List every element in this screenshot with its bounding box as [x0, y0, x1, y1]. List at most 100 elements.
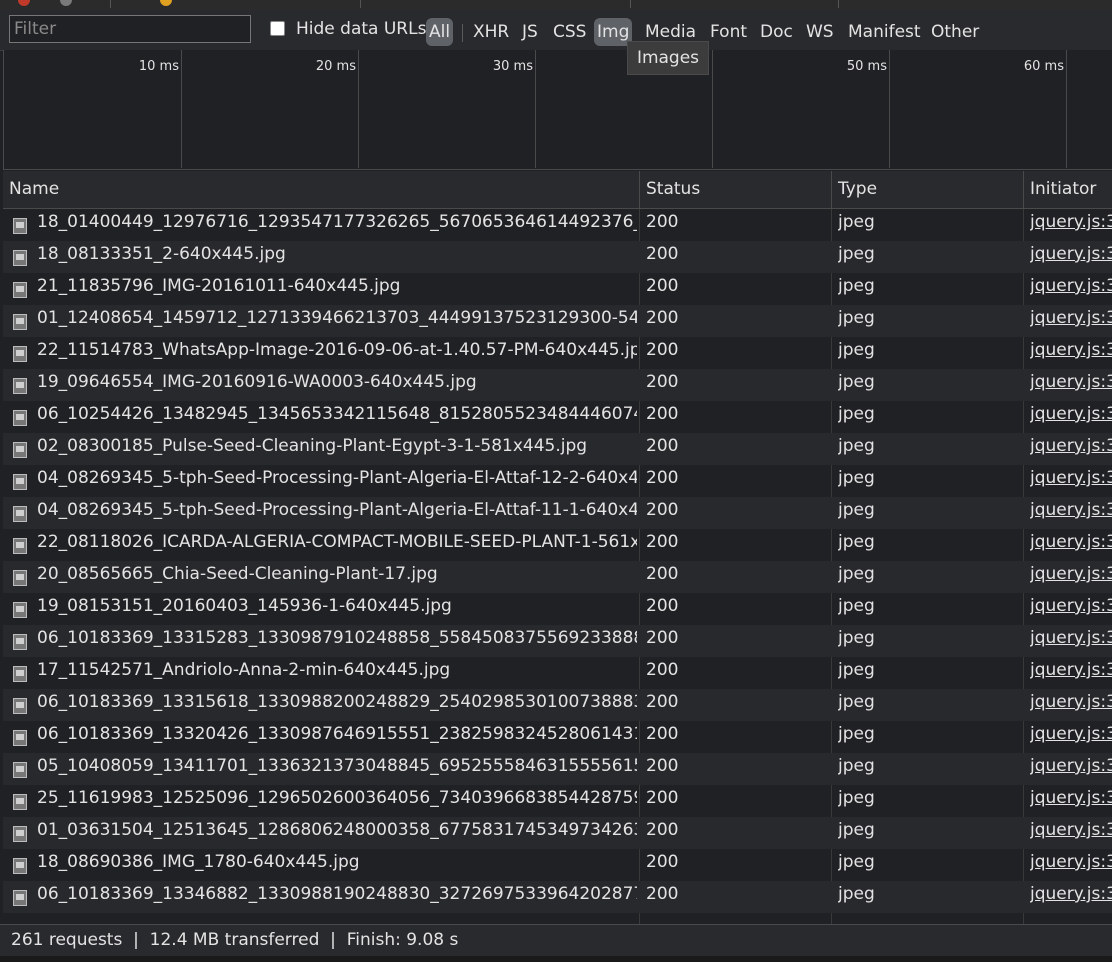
request-initiator-link[interactable]: jquery.js:3	[1030, 433, 1112, 461]
request-name: 06_10183369_13320426_1330987646915551_23…	[37, 724, 637, 744]
timeline-label: 30 ms	[492, 59, 533, 74]
request-status: 200	[646, 244, 679, 264]
table-row[interactable]: 25_11619983_12525096_1296502600364056_73…	[3, 785, 1112, 817]
image-file-icon	[13, 250, 27, 266]
request-status: 200	[646, 500, 679, 520]
request-type: jpeg	[838, 340, 875, 360]
table-row[interactable]: 01_03631504_12513645_1286806248000358_67…	[3, 817, 1112, 849]
filter-input[interactable]	[9, 15, 251, 43]
column-separator[interactable]	[831, 171, 832, 208]
table-row[interactable]: 04_08269345_5-tph-Seed-Processing-Plant-…	[3, 465, 1112, 497]
table-row[interactable]: 06_10183369_13346882_1330988190248830_32…	[3, 881, 1112, 913]
image-file-icon	[13, 442, 27, 458]
table-row[interactable]: 06_10183369_13320426_1330987646915551_23…	[3, 721, 1112, 753]
request-initiator-link[interactable]: jquery.js:3	[1030, 881, 1112, 909]
filter-doc-button[interactable]: Doc	[760, 18, 793, 46]
request-initiator-link[interactable]: jquery.js:3	[1030, 337, 1112, 365]
request-initiator-link[interactable]: jquery.js:3	[1030, 817, 1112, 845]
filter-manifest-button[interactable]: Manifest	[848, 18, 921, 46]
request-initiator-link[interactable]: jquery.js:3	[1030, 465, 1112, 493]
table-row[interactable]: 18_01400449_12976716_1293547177326265_56…	[3, 209, 1112, 241]
request-initiator-link[interactable]: jquery.js:3	[1030, 209, 1112, 237]
column-header-status[interactable]: Status	[646, 171, 700, 208]
table-row[interactable]: 01_12408654_1459712_1271339466213703_444…	[3, 305, 1112, 337]
images-tooltip: Images	[627, 41, 709, 75]
request-name: 19_09646554_IMG-20160916-WA0003-640x445.…	[37, 372, 477, 392]
table-row[interactable]: 22_11514783_WhatsApp-Image-2016-09-06-at…	[3, 337, 1112, 369]
table-row[interactable]: 17_11542571_Andriolo-Anna-2-min-640x445.…	[3, 657, 1112, 689]
request-type: jpeg	[838, 244, 875, 264]
hide-data-urls-label: Hide data URLs	[296, 19, 427, 39]
request-name: 01_03631504_12513645_1286806248000358_67…	[37, 820, 637, 840]
request-name: 06_10183369_13315618_1330988200248829_25…	[37, 692, 637, 712]
request-initiator-link[interactable]: jquery.js:3	[1030, 241, 1112, 269]
timeline-gridline	[181, 50, 182, 168]
record-icon[interactable]	[18, 0, 30, 6]
table-row[interactable]: 20_08565665_Chia-Seed-Cleaning-Plant-17.…	[3, 561, 1112, 593]
column-separator[interactable]	[1023, 171, 1024, 208]
image-file-icon	[13, 570, 27, 586]
request-name: 21_11835796_IMG-20161011-640x445.jpg	[37, 276, 401, 296]
clear-icon[interactable]	[60, 0, 72, 6]
column-header-type[interactable]: Type	[838, 171, 877, 208]
request-name: 18_08690386_IMG_1780-640x445.jpg	[37, 852, 360, 872]
request-initiator-link[interactable]: jquery.js:3	[1030, 689, 1112, 717]
column-separator[interactable]	[639, 171, 640, 208]
request-initiator-link[interactable]: jquery.js:3	[1030, 785, 1112, 813]
request-initiator-link[interactable]: jquery.js:3	[1030, 625, 1112, 653]
request-initiator-link[interactable]: jquery.js:3	[1030, 593, 1112, 621]
table-row[interactable]: 21_11835796_IMG-20161011-640x445.jpg 200 j…	[3, 273, 1112, 305]
request-initiator-link[interactable]: jquery.js:3	[1030, 497, 1112, 525]
request-initiator-link[interactable]: jquery.js:3	[1030, 273, 1112, 301]
filter-js-button[interactable]: JS	[522, 18, 538, 46]
filter-font-button[interactable]: Font	[710, 18, 747, 46]
image-file-icon	[13, 314, 27, 330]
column-header-name[interactable]: Name	[9, 171, 59, 208]
request-initiator-link[interactable]: jquery.js:3	[1030, 529, 1112, 557]
image-file-icon	[13, 858, 27, 874]
table-row[interactable]: 06_10254426_13482945_1345653342115648_81…	[3, 401, 1112, 433]
request-status: 200	[646, 436, 679, 456]
request-initiator-link[interactable]: jquery.js:3	[1030, 753, 1112, 781]
request-type: jpeg	[838, 788, 875, 808]
request-name: 18_01400449_12976716_1293547177326265_56…	[37, 212, 637, 232]
request-type: jpeg	[838, 436, 875, 456]
filter-ws-button[interactable]: WS	[806, 18, 834, 46]
table-row[interactable]: 18_08133351_2-640x445.jpg 200 jpeg jquery.j…	[3, 241, 1112, 273]
image-file-icon	[13, 378, 27, 394]
request-name: 02_08300185_Pulse-Seed-Cleaning-Plant-Eg…	[37, 436, 588, 456]
request-initiator-link[interactable]: jquery.js:3	[1030, 657, 1112, 685]
timeline-overview[interactable]: 10 ms 20 ms 30 ms 50 ms 60 ms	[3, 50, 1112, 170]
table-row[interactable]: 18_08690386_IMG_1780-640x445.jpg 200 jpeg j…	[3, 849, 1112, 881]
filter-xhr-button[interactable]: XHR	[473, 18, 509, 46]
request-type: jpeg	[838, 660, 875, 680]
request-type: jpeg	[838, 308, 875, 328]
request-initiator-link[interactable]: jquery.js:3	[1030, 561, 1112, 589]
filter-css-button[interactable]: CSS	[553, 18, 586, 46]
filter-other-button[interactable]: Other	[931, 18, 979, 46]
table-row[interactable]: 19_09646554_IMG-20160916-WA0003-640x445.…	[3, 369, 1112, 401]
request-status: 200	[646, 596, 679, 616]
request-initiator-link[interactable]: jquery.js:3	[1030, 721, 1112, 749]
filter-all-button[interactable]: All	[426, 18, 454, 46]
request-status: 200	[646, 756, 679, 776]
image-file-icon	[13, 730, 27, 746]
table-row[interactable]: 05_10408059_13411701_1336321373048845_69…	[3, 753, 1112, 785]
table-row[interactable]: 02_08300185_Pulse-Seed-Cleaning-Plant-Eg…	[3, 433, 1112, 465]
request-type: jpeg	[838, 596, 875, 616]
request-name: 22_08118026_ICARDA-ALGERIA-COMPACT-MOBIL…	[37, 532, 637, 552]
hide-data-urls-checkbox[interactable]	[270, 21, 285, 36]
request-initiator-link[interactable]: jquery.js:3	[1030, 401, 1112, 429]
table-row[interactable]: 06_10183369_13315618_1330988200248829_25…	[3, 689, 1112, 721]
column-header-initiator[interactable]: Initiator	[1030, 171, 1096, 208]
table-row[interactable]: 19_08153151_20160403_145936-1-640x445.jp…	[3, 593, 1112, 625]
request-initiator-link[interactable]: jquery.js:3	[1030, 849, 1112, 877]
table-row[interactable]: 04_08269345_5-tph-Seed-Processing-Plant-…	[3, 497, 1112, 529]
request-name: 20_08565665_Chia-Seed-Cleaning-Plant-17.…	[37, 564, 438, 584]
table-row[interactable]: 22_08118026_ICARDA-ALGERIA-COMPACT-MOBIL…	[3, 529, 1112, 561]
request-initiator-link[interactable]: jquery.js:3	[1030, 305, 1112, 333]
request-status: 200	[646, 276, 679, 296]
image-file-icon	[13, 698, 27, 714]
request-initiator-link[interactable]: jquery.js:3	[1030, 369, 1112, 397]
table-row[interactable]: 06_10183369_13315283_1330987910248858_55…	[3, 625, 1112, 657]
